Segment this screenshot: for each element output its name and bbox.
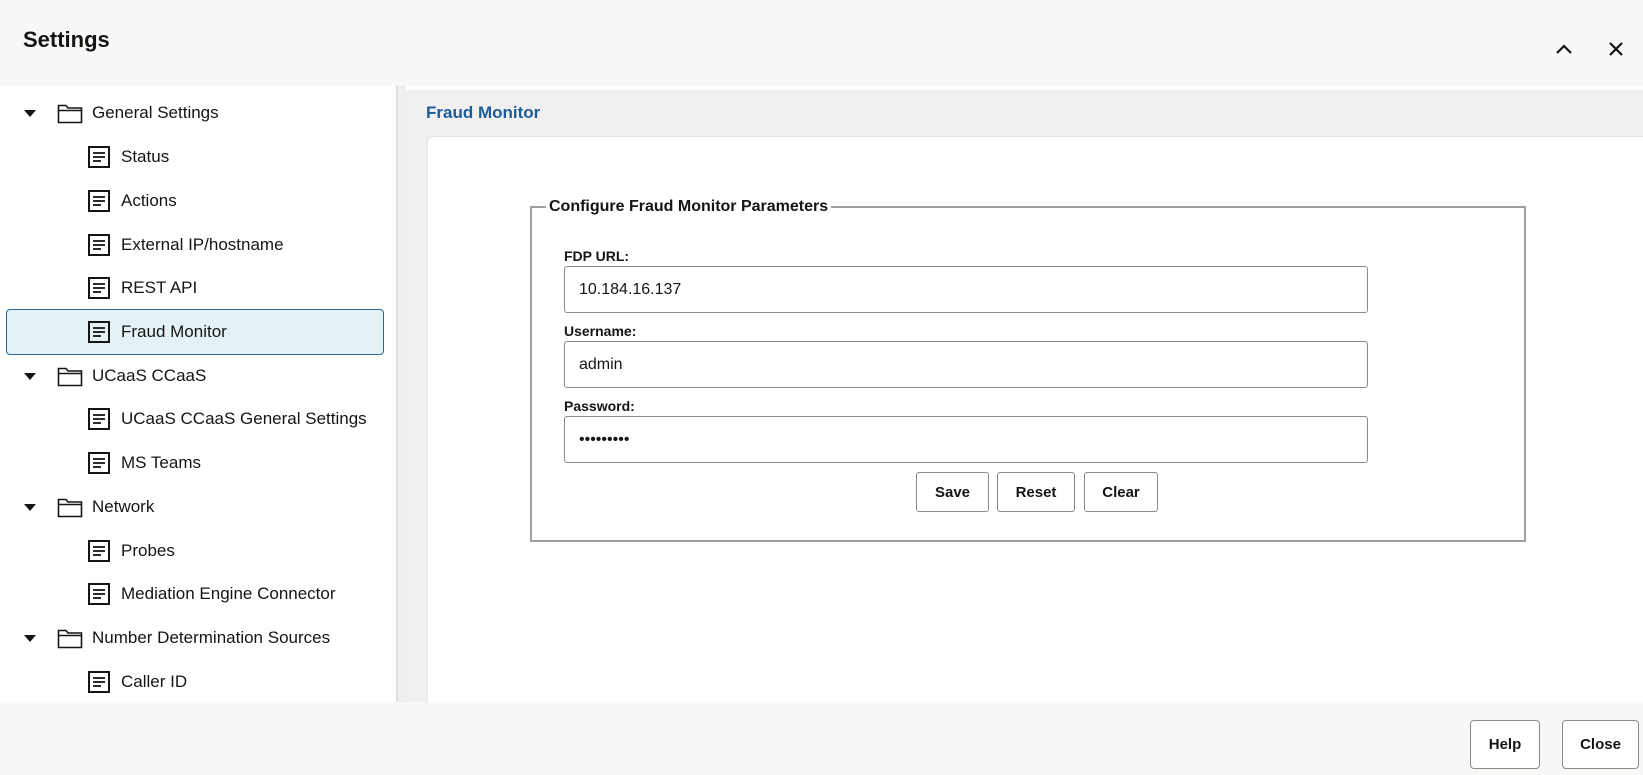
tree-item-label: Fraud Monitor [121,322,227,341]
fdp-url-label: FDP URL: [564,248,630,264]
dialog-footer [0,702,1643,775]
tree-item-ucaas-general[interactable]: UCaaS CCaaS General Settings [86,398,367,440]
password-label: Password: [564,398,635,414]
tree-item-label: REST API [121,278,198,297]
document-icon [86,188,112,214]
document-icon [86,319,112,345]
tree-item-label: MS Teams [121,453,201,472]
document-icon [86,144,112,170]
caret-down-icon[interactable] [23,631,37,645]
tree-item-mediation-engine[interactable]: Mediation Engine Connector [86,573,336,615]
tree-folder-network[interactable]: Network [23,486,154,528]
tree-item-rest-api[interactable]: REST API [86,267,197,309]
document-icon [86,538,112,564]
tree-folder-general-settings[interactable]: General Settings [23,92,219,134]
tree-item-label: Probes [121,541,175,560]
caret-down-icon[interactable] [23,106,37,120]
document-icon [86,581,112,607]
folder-open-icon [57,494,83,520]
folder-open-icon [57,100,83,126]
content-title: Fraud Monitor [426,103,541,122]
username-label: Username: [564,323,637,339]
tree-item-caller-id[interactable]: Caller ID [86,661,187,703]
fieldset-legend: Configure Fraud Monitor Parameters [549,198,829,215]
chevron-up-icon [1556,44,1572,54]
tree-folder-number-determination[interactable]: Number Determination Sources [23,617,330,659]
tree-item-probes[interactable]: Probes [86,530,175,572]
save-button[interactable]: Save [916,472,989,512]
tree-folder-label: Network [92,497,155,516]
folder-open-icon [57,363,83,389]
password-input[interactable] [564,416,1368,463]
tree-item-label: Actions [121,191,177,210]
tree-folder-ucaas-ccaas[interactable]: UCaaS CCaaS [23,355,206,397]
tree-item-external-ip[interactable]: External IP/hostname [86,224,284,266]
clear-button[interactable]: Clear [1084,472,1158,512]
close-button[interactable]: Close [1562,720,1639,769]
document-icon [86,275,112,301]
tree-item-label: External IP/hostname [121,235,284,254]
reset-button[interactable]: Reset [997,472,1075,512]
collapse-button[interactable] [1549,34,1579,64]
tree-item-label: Mediation Engine Connector [121,584,336,603]
close-icon [1609,42,1623,56]
tree-item-ms-teams[interactable]: MS Teams [86,442,201,484]
document-icon [86,450,112,476]
tree-item-fraud-monitor[interactable]: Fraud Monitor [86,311,227,353]
document-icon [86,232,112,258]
dialog-header: Settings [0,0,1643,86]
tree-folder-label: Number Determination Sources [92,628,331,647]
fdp-url-input[interactable] [564,266,1368,313]
close-dialog-button[interactable] [1601,34,1631,64]
tree-item-label: Status [121,147,170,166]
tree-folder-label: General Settings [92,103,219,122]
document-icon [86,669,112,695]
tree-item-status[interactable]: Status [86,136,169,178]
pane-splitter[interactable] [397,86,406,702]
dialog-title: Settings [23,27,110,52]
tree-item-label: UCaaS CCaaS General Settings [121,409,367,428]
folder-open-icon [57,625,83,651]
tree-item-label: Caller ID [121,672,188,691]
username-input[interactable] [564,341,1368,388]
tree-item-actions[interactable]: Actions [86,180,177,222]
caret-down-icon[interactable] [23,369,37,383]
tree-folder-label: UCaaS CCaaS [92,366,207,385]
help-button[interactable]: Help [1470,720,1540,769]
caret-down-icon[interactable] [23,500,37,514]
document-icon [86,406,112,432]
